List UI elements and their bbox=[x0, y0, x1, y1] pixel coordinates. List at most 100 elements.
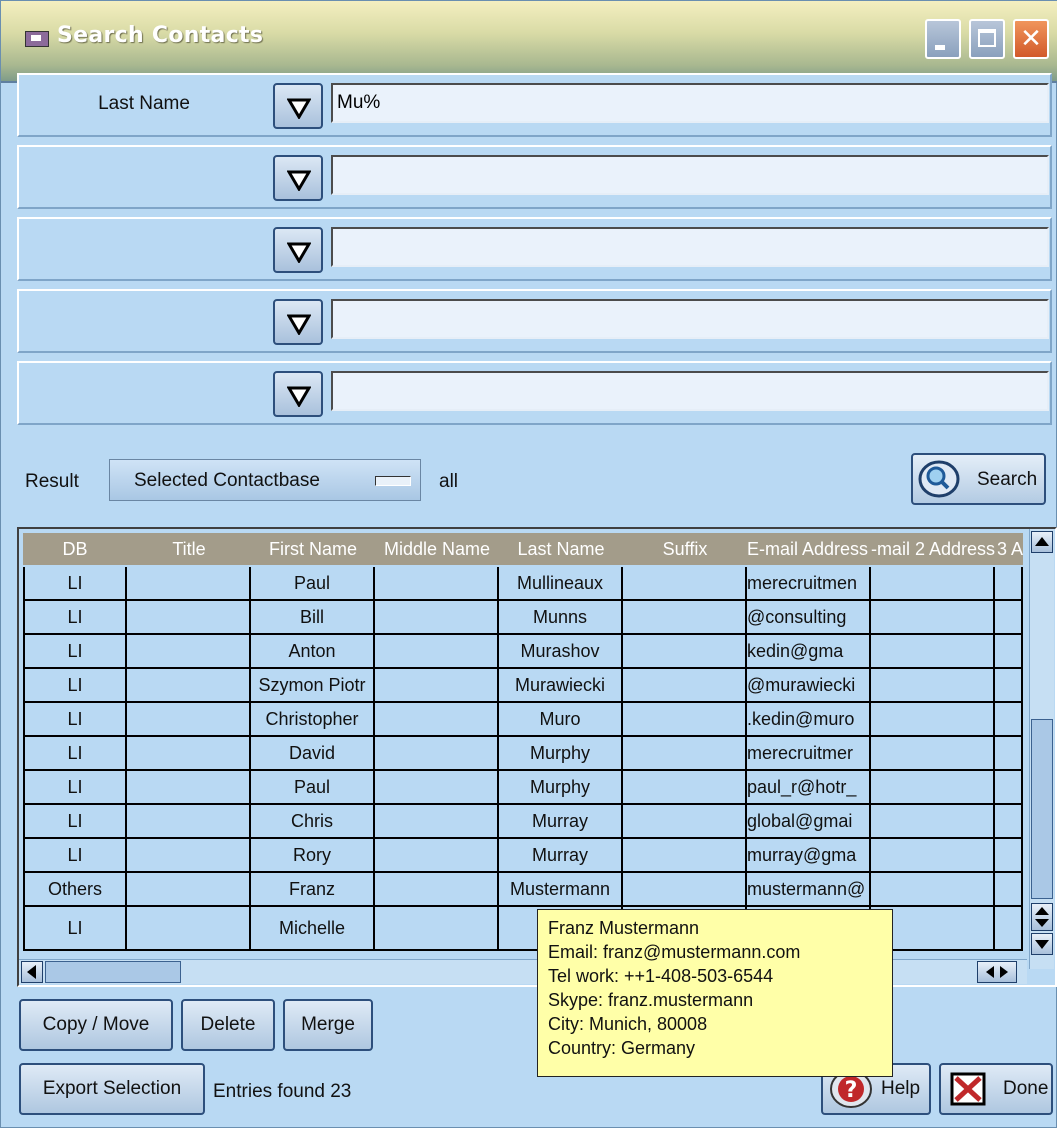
cell-email-2[interactable] bbox=[871, 703, 995, 737]
cell-title[interactable] bbox=[127, 873, 251, 907]
cell-title[interactable] bbox=[127, 737, 251, 771]
horizontal-scroll-thumb[interactable] bbox=[45, 961, 181, 983]
cell-email-3[interactable] bbox=[995, 737, 1023, 771]
cell-db[interactable]: LI bbox=[23, 805, 127, 839]
done-button[interactable]: Done bbox=[939, 1063, 1053, 1115]
cell-db[interactable]: LI bbox=[23, 669, 127, 703]
cell-title[interactable] bbox=[127, 567, 251, 601]
maximize-button[interactable] bbox=[969, 19, 1005, 59]
minimize-button[interactable] bbox=[925, 19, 961, 59]
cell-last-name[interactable]: Mullineaux bbox=[499, 567, 623, 601]
cell-first-name[interactable]: Bill bbox=[251, 601, 375, 635]
cell-email[interactable]: merecruitmen bbox=[747, 567, 871, 601]
cell-suffix[interactable] bbox=[623, 669, 747, 703]
scroll-right-buttons[interactable] bbox=[977, 961, 1017, 983]
cell-email-2[interactable] bbox=[871, 669, 995, 703]
cell-first-name[interactable]: Christopher bbox=[251, 703, 375, 737]
cell-email[interactable]: _paul_r@hotr bbox=[747, 771, 871, 805]
cell-last-name[interactable]: Muro bbox=[499, 703, 623, 737]
close-button[interactable]: ✕ bbox=[1013, 19, 1049, 59]
cell-email-3[interactable] bbox=[995, 567, 1023, 601]
cell-email-2[interactable] bbox=[871, 567, 995, 601]
cell-middle-name[interactable] bbox=[375, 873, 499, 907]
cell-first-name[interactable]: Franz bbox=[251, 873, 375, 907]
cell-suffix[interactable] bbox=[623, 771, 747, 805]
cell-middle-name[interactable] bbox=[375, 601, 499, 635]
criteria-input[interactable] bbox=[331, 227, 1049, 267]
cell-email-3[interactable] bbox=[995, 601, 1023, 635]
cell-first-name[interactable]: David bbox=[251, 737, 375, 771]
cell-email[interactable]: murawiecki@ bbox=[747, 669, 871, 703]
cell-last-name[interactable]: Murray bbox=[499, 805, 623, 839]
cell-last-name[interactable]: Munns bbox=[499, 601, 623, 635]
field-dropdown-button[interactable] bbox=[273, 371, 323, 417]
column-header[interactable]: First Name bbox=[251, 539, 375, 560]
cell-email-2[interactable] bbox=[871, 635, 995, 669]
field-dropdown-button[interactable] bbox=[273, 155, 323, 201]
table-row[interactable]: LI Christopher Muro kedin@muro. bbox=[23, 703, 1023, 737]
cell-middle-name[interactable] bbox=[375, 669, 499, 703]
cell-last-name[interactable]: Murawiecki bbox=[499, 669, 623, 703]
cell-title[interactable] bbox=[127, 805, 251, 839]
search-button[interactable]: Search bbox=[911, 453, 1046, 505]
cell-title[interactable] bbox=[127, 669, 251, 703]
field-dropdown-button[interactable] bbox=[273, 83, 323, 129]
delete-button[interactable]: Delete bbox=[181, 999, 275, 1051]
column-header[interactable]: E-mail Address bbox=[747, 539, 871, 560]
cell-middle-name[interactable] bbox=[375, 907, 499, 951]
table-row[interactable]: LI Rory Murray murray@gma bbox=[23, 839, 1023, 873]
cell-last-name[interactable]: Murphy bbox=[499, 737, 623, 771]
table-row[interactable]: LI Paul Mullineaux merecruitmen bbox=[23, 567, 1023, 601]
cell-first-name[interactable]: Michelle bbox=[251, 907, 375, 951]
cell-last-name[interactable]: Murashov bbox=[499, 635, 623, 669]
table-row[interactable]: Others Franz Mustermann @mustermann bbox=[23, 873, 1023, 907]
cell-middle-name[interactable] bbox=[375, 805, 499, 839]
cell-last-name[interactable]: Mustermann bbox=[499, 873, 623, 907]
scroll-page-button[interactable] bbox=[1031, 903, 1053, 931]
cell-middle-name[interactable] bbox=[375, 839, 499, 873]
cell-db[interactable]: LI bbox=[23, 703, 127, 737]
cell-email-2[interactable] bbox=[871, 601, 995, 635]
cell-last-name[interactable]: Murphy bbox=[499, 771, 623, 805]
column-header[interactable]: Middle Name bbox=[375, 539, 499, 560]
cell-suffix[interactable] bbox=[623, 635, 747, 669]
column-header[interactable]: E-mail 2 Address bbox=[871, 539, 995, 560]
cell-email[interactable]: murray@gma bbox=[747, 839, 871, 873]
table-row[interactable]: LI Paul Murphy _paul_r@hotr bbox=[23, 771, 1023, 805]
cell-db[interactable]: LI bbox=[23, 737, 127, 771]
cell-first-name[interactable]: Szymon Piotr bbox=[251, 669, 375, 703]
column-header[interactable]: DB bbox=[23, 539, 127, 560]
column-header[interactable]: E-mail 3 A bbox=[995, 539, 1023, 560]
cell-email-3[interactable] bbox=[995, 669, 1023, 703]
vertical-scrollbar[interactable] bbox=[1029, 529, 1054, 969]
cell-suffix[interactable] bbox=[623, 873, 747, 907]
copy-move-button[interactable]: Copy / Move bbox=[19, 999, 173, 1051]
cell-suffix[interactable] bbox=[623, 567, 747, 601]
cell-suffix[interactable] bbox=[623, 601, 747, 635]
cell-email-2[interactable] bbox=[871, 737, 995, 771]
cell-email[interactable]: @mustermann bbox=[747, 873, 871, 907]
cell-email-3[interactable] bbox=[995, 771, 1023, 805]
table-row[interactable]: LI Anton Murashov kedin@gma bbox=[23, 635, 1023, 669]
cell-db[interactable]: LI bbox=[23, 907, 127, 951]
column-header[interactable]: Last Name bbox=[499, 539, 623, 560]
cell-db[interactable]: LI bbox=[23, 839, 127, 873]
cell-email-3[interactable] bbox=[995, 805, 1023, 839]
cell-middle-name[interactable] bbox=[375, 771, 499, 805]
cell-first-name[interactable]: Chris bbox=[251, 805, 375, 839]
field-dropdown-button[interactable] bbox=[273, 227, 323, 273]
criteria-input[interactable] bbox=[331, 299, 1049, 339]
vertical-scroll-thumb[interactable] bbox=[1031, 719, 1053, 899]
cell-email[interactable]: consulting@ bbox=[747, 601, 871, 635]
cell-email-3[interactable] bbox=[995, 873, 1023, 907]
cell-middle-name[interactable] bbox=[375, 703, 499, 737]
cell-email[interactable]: kedin@muro. bbox=[747, 703, 871, 737]
column-header[interactable]: Title bbox=[127, 539, 251, 560]
cell-suffix[interactable] bbox=[623, 737, 747, 771]
cell-first-name[interactable]: Paul bbox=[251, 567, 375, 601]
cell-first-name[interactable]: Rory bbox=[251, 839, 375, 873]
cell-suffix[interactable] bbox=[623, 703, 747, 737]
criteria-input[interactable] bbox=[331, 83, 1049, 123]
scroll-up-button[interactable] bbox=[1031, 531, 1053, 553]
cell-title[interactable] bbox=[127, 839, 251, 873]
